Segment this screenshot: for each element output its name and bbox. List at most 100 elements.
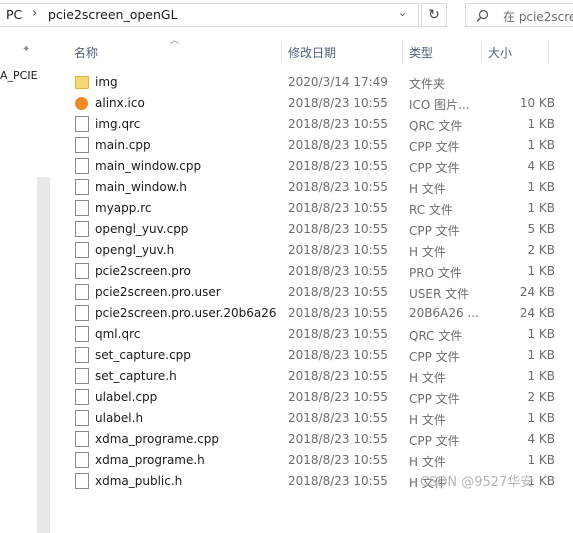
file-name: img.qrc <box>95 117 141 131</box>
column-header-name[interactable]: 名称 <box>74 44 98 61</box>
file-type: PRO 文件 <box>409 266 462 280</box>
file-name: ulabel.cpp <box>95 390 158 404</box>
file-size: 1 KB <box>527 180 555 194</box>
chevron-down-icon[interactable]: ⌄ <box>398 6 407 19</box>
file-row[interactable]: main_window.h 2018/8/23 10:55 H 文件 1 KB <box>62 177 573 198</box>
file-row[interactable]: ulabel.cpp 2018/8/23 10:55 CPP 文件 2 KB <box>62 387 573 408</box>
file-row[interactable]: pcie2screen.pro.user.20b6a26 2018/8/23 10… <box>62 303 573 324</box>
file-row[interactable]: alinx.ico 2018/8/23 10:55 ICO 图片... 10 KB <box>62 93 573 114</box>
file-date: 2018/8/23 10:55 <box>288 453 388 467</box>
file-date: 2018/8/23 10:55 <box>288 201 388 215</box>
column-header-date[interactable]: 修改日期 <box>288 44 336 61</box>
file-row[interactable]: xdma_programe.h 2018/8/23 10:55 H 文件 1 KB <box>62 450 573 471</box>
file-row[interactable]: pcie2screen.pro 2018/8/23 10:55 PRO 文件 1 KB <box>62 261 573 282</box>
file-type: CPP 文件 <box>409 434 460 448</box>
file-size: 4 KB <box>527 432 555 446</box>
file-date: 2018/8/23 10:55 <box>288 243 388 257</box>
file-row[interactable]: set_capture.h 2018/8/23 10:55 H 文件 1 KB <box>62 366 573 387</box>
file-row[interactable]: qml.qrc 2018/8/23 10:55 QRC 文件 1 KB <box>62 324 573 345</box>
file-row[interactable]: myapp.rc 2018/8/23 10:55 RC 文件 1 KB <box>62 198 573 219</box>
chevron-right-icon[interactable]: › <box>32 6 37 21</box>
file-icon <box>75 431 89 447</box>
file-name: main_window.cpp <box>95 159 202 173</box>
file-icon <box>75 284 89 300</box>
file-type: 20B6A26 ... <box>409 306 479 320</box>
file-type: H 文件 <box>409 455 446 469</box>
file-name: xdma_programe.cpp <box>95 432 220 446</box>
file-icon <box>75 452 89 468</box>
file-date: 2018/8/23 10:55 <box>288 264 388 278</box>
column-divider[interactable] <box>481 41 482 63</box>
file-icon <box>75 368 89 384</box>
file-type: RC 文件 <box>409 203 453 217</box>
file-row[interactable]: pcie2screen.pro.user 2018/8/23 10:55 USER … <box>62 282 573 303</box>
file-name: img <box>95 75 118 89</box>
navigation-pane: ✦ A_PCIE <box>0 34 50 533</box>
file-name: pcie2screen.pro.user <box>95 285 221 299</box>
file-size: 1 KB <box>527 138 555 152</box>
column-divider[interactable] <box>548 41 549 63</box>
file-date: 2018/8/23 10:55 <box>288 117 388 131</box>
file-name: myapp.rc <box>95 201 152 215</box>
file-icon <box>75 473 89 489</box>
file-date: 2018/8/23 10:55 <box>288 285 388 299</box>
file-type: H 文件 <box>409 413 446 427</box>
pin-icon[interactable]: ✦ <box>22 44 30 55</box>
file-size: 1 KB <box>527 264 555 278</box>
file-type: 文件夹 <box>409 77 446 91</box>
breadcrumb[interactable]: PC › pcie2screen_openGL ⌄ <box>0 3 419 27</box>
file-row[interactable]: opengl_yuv.h 2018/8/23 10:55 H 文件 2 KB <box>62 240 573 261</box>
watermark: CSDN @9527华安 <box>420 475 534 490</box>
file-size: 1 KB <box>527 201 555 215</box>
search-placeholder: 在 pcie2scre <box>503 10 573 24</box>
file-name: main_window.h <box>95 180 187 194</box>
file-date: 2020/3/14 17:49 <box>288 75 388 89</box>
file-size: 2 KB <box>527 390 555 404</box>
column-divider[interactable] <box>281 41 282 63</box>
file-date: 2018/8/23 10:55 <box>288 327 388 341</box>
file-type: QRC 文件 <box>409 119 463 133</box>
search-icon <box>476 9 489 22</box>
file-size: 1 KB <box>527 453 555 467</box>
file-row[interactable]: xdma_programe.cpp 2018/8/23 10:55 CPP 文件 4 … <box>62 429 573 450</box>
column-divider[interactable] <box>402 41 403 63</box>
column-header-size[interactable]: 大小 <box>488 44 512 61</box>
nav-item-label[interactable]: A_PCIE <box>0 69 38 82</box>
file-name: pcie2screen.pro.user.20b6a26 <box>95 306 277 320</box>
file-row[interactable]: img.qrc 2018/8/23 10:55 QRC 文件 1 KB <box>62 114 573 135</box>
search-input[interactable]: 在 pcie2scre <box>465 3 573 27</box>
file-type: CPP 文件 <box>409 140 460 154</box>
file-type: CPP 文件 <box>409 350 460 364</box>
breadcrumb-folder[interactable]: pcie2screen_openGL <box>48 7 178 22</box>
file-size: 1 KB <box>527 369 555 383</box>
refresh-button[interactable]: ↻ <box>421 3 447 27</box>
file-icon <box>75 221 89 237</box>
file-row[interactable]: main.cpp 2018/8/23 10:55 CPP 文件 1 KB <box>62 135 573 156</box>
file-icon <box>75 179 89 195</box>
file-date: 2018/8/23 10:55 <box>288 348 388 362</box>
file-icon <box>75 347 89 363</box>
file-row[interactable]: main_window.cpp 2018/8/23 10:55 CPP 文件 4 KB <box>62 156 573 177</box>
file-size: 2 KB <box>527 243 555 257</box>
file-size: 5 KB <box>527 222 555 236</box>
file-name: pcie2screen.pro <box>95 264 191 278</box>
file-size: 1 KB <box>527 411 555 425</box>
file-name: xdma_programe.h <box>95 453 205 467</box>
file-row[interactable]: set_capture.cpp 2018/8/23 10:55 CPP 文件 1 KB <box>62 345 573 366</box>
file-size: 10 KB <box>519 96 555 110</box>
nav-scrollbar[interactable] <box>37 177 50 533</box>
file-type: ICO 图片... <box>409 98 470 112</box>
refresh-icon: ↻ <box>428 7 440 23</box>
file-type: USER 文件 <box>409 287 470 301</box>
file-row[interactable]: ulabel.h 2018/8/23 10:55 H 文件 1 KB <box>62 408 573 429</box>
file-name: main.cpp <box>95 138 151 152</box>
folder-icon <box>75 76 89 89</box>
breadcrumb-pc[interactable]: PC <box>6 7 22 22</box>
file-type: QRC 文件 <box>409 329 463 343</box>
file-size: 24 KB <box>519 306 555 320</box>
file-row[interactable]: opengl_yuv.cpp 2018/8/23 10:55 CPP 文件 5 KB <box>62 219 573 240</box>
file-name: ulabel.h <box>95 411 144 425</box>
file-icon <box>75 242 89 258</box>
column-header-type[interactable]: 类型 <box>409 44 433 61</box>
file-row[interactable]: img 2020/3/14 17:49 文件夹 <box>62 72 573 93</box>
